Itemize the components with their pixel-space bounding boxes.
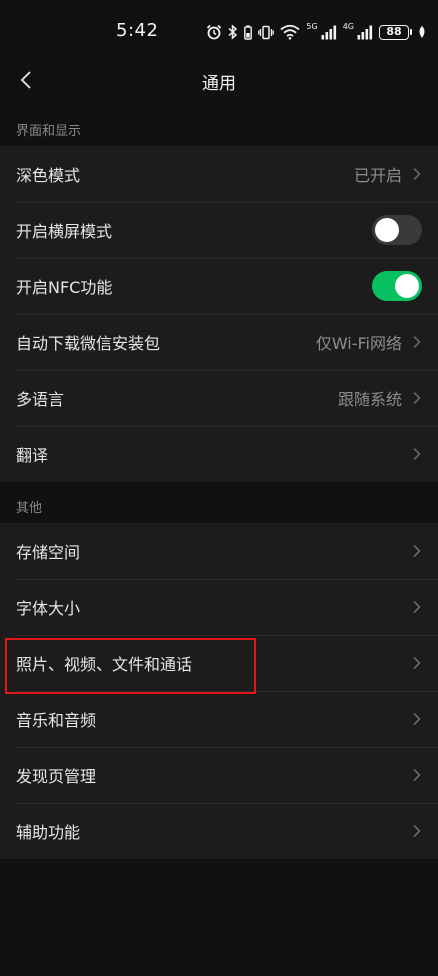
chevron-right-icon	[413, 391, 421, 405]
row-media-files-calls[interactable]: 照片、视频、文件和通话	[0, 635, 438, 691]
vibrate-icon	[258, 25, 275, 39]
row-translate[interactable]: 翻译	[0, 426, 438, 482]
chevron-right-icon	[413, 167, 421, 181]
settings-group-display: 深色模式 已开启 开启横屏模式 开启NFC功能 自动下载微信安装包 仅Wi-Fi…	[0, 146, 438, 482]
row-label: 开启NFC功能	[16, 278, 113, 297]
toggle-knob	[395, 274, 419, 298]
chevron-right-icon	[413, 712, 421, 726]
row-music-audio[interactable]: 音乐和音频	[0, 691, 438, 747]
row-nfc: 开启NFC功能	[0, 258, 438, 314]
leaf-icon	[419, 26, 425, 38]
row-value: 已开启	[353, 166, 402, 185]
toggle-knob	[375, 218, 399, 242]
section-header-display: 界面和显示	[16, 124, 82, 139]
chevron-right-icon	[413, 824, 421, 838]
signal-4g-label: 4G	[342, 22, 354, 31]
nfc-toggle[interactable]	[372, 271, 422, 301]
row-label: 发现页管理	[16, 767, 97, 786]
battery-saver-icon	[244, 24, 253, 40]
status-time: 5:42	[116, 20, 159, 41]
chevron-right-icon	[413, 335, 421, 349]
chevron-right-icon	[413, 768, 421, 782]
chevron-right-icon	[413, 447, 421, 461]
row-discover-manage[interactable]: 发现页管理	[0, 747, 438, 803]
battery-icon: 88	[379, 24, 409, 40]
row-label: 存储空间	[16, 543, 81, 562]
battery-tip	[410, 29, 412, 35]
chevron-right-icon	[413, 656, 421, 670]
row-value: 仅Wi-Fi网络	[315, 334, 402, 353]
page-title: 通用	[202, 74, 236, 94]
battery-level: 88	[386, 25, 402, 38]
bluetooth-icon	[228, 24, 238, 40]
chevron-right-icon	[413, 600, 421, 614]
row-value: 跟随系统	[337, 390, 402, 409]
settings-group-other: 存储空间 字体大小 照片、视频、文件和通话 音乐和音频 发现页管理 辅助功能	[0, 523, 438, 859]
landscape-toggle[interactable]	[372, 215, 422, 245]
row-label: 多语言	[16, 390, 65, 409]
row-label: 深色模式	[16, 166, 81, 185]
row-label: 自动下载微信安装包	[16, 334, 161, 353]
nav-bar: 通用	[0, 56, 438, 104]
row-accessibility[interactable]: 辅助功能	[0, 803, 438, 859]
row-label: 音乐和音频	[16, 711, 97, 730]
signal-icon	[321, 25, 336, 39]
row-label: 照片、视频、文件和通话	[16, 655, 193, 674]
wifi-icon	[280, 24, 300, 40]
row-dark-mode[interactable]: 深色模式 已开启	[0, 146, 438, 202]
row-label: 辅助功能	[16, 823, 81, 842]
signal-icon	[357, 25, 373, 39]
row-auto-download[interactable]: 自动下载微信安装包 仅Wi-Fi网络	[0, 314, 438, 370]
row-label: 开启横屏模式	[16, 222, 113, 241]
row-label: 字体大小	[16, 599, 81, 618]
section-header-other: 其他	[16, 501, 43, 516]
row-storage[interactable]: 存储空间	[0, 523, 438, 579]
status-icons: 5G 4G 88	[206, 22, 426, 42]
signal-5g-label: 5G	[306, 22, 318, 31]
row-label: 翻译	[16, 446, 49, 465]
row-landscape-mode: 开启横屏模式	[0, 202, 438, 258]
row-language[interactable]: 多语言 跟随系统	[0, 370, 438, 426]
row-font-size[interactable]: 字体大小	[0, 579, 438, 635]
chevron-right-icon	[413, 544, 421, 558]
alarm-icon	[207, 24, 222, 40]
